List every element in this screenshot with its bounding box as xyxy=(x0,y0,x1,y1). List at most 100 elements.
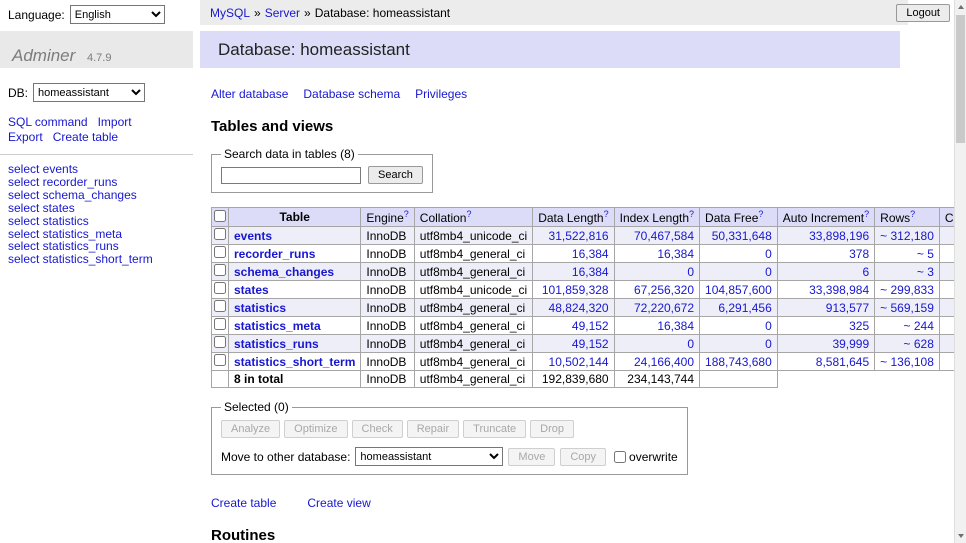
index-length-link[interactable]: 67,256,320 xyxy=(634,283,694,297)
index-length-link[interactable]: 0 xyxy=(687,265,694,279)
rows-count-link[interactable]: ~ 5 xyxy=(917,247,934,261)
row-checkbox[interactable] xyxy=(214,300,226,312)
data-free-link[interactable]: 188,743,680 xyxy=(705,355,772,369)
move-button[interactable]: Move xyxy=(508,448,555,466)
sidebar-link-create-table[interactable]: Create table xyxy=(53,130,118,144)
sidebar-item-select-recorder-runs[interactable]: select recorder_runs xyxy=(8,176,185,189)
sidebar-item-select-schema-changes[interactable]: select schema_changes xyxy=(8,189,185,202)
data-free-link[interactable]: 6,291,456 xyxy=(718,301,771,315)
data-free-link[interactable]: 0 xyxy=(765,319,772,333)
index-length-link[interactable]: 0 xyxy=(687,337,694,351)
index-length-link[interactable]: 72,220,672 xyxy=(634,301,694,315)
create-table-link[interactable]: Create table xyxy=(211,496,276,510)
data-length-link[interactable]: 10,502,144 xyxy=(549,355,609,369)
analyze-button[interactable]: Analyze xyxy=(221,420,280,438)
rows-count-link[interactable]: ~ 628 xyxy=(904,337,934,351)
row-checkbox[interactable] xyxy=(214,282,226,294)
alter-database-link[interactable]: Alter database xyxy=(211,87,288,101)
data-free-link[interactable]: 0 xyxy=(765,265,772,279)
sidebar-link-import[interactable]: Import xyxy=(98,115,132,129)
table-name-link[interactable]: schema_changes xyxy=(234,265,334,279)
create-view-link[interactable]: Create view xyxy=(307,496,370,510)
select-all-checkbox[interactable] xyxy=(214,210,226,222)
search-input[interactable] xyxy=(221,167,361,184)
table-name-link[interactable]: recorder_runs xyxy=(234,247,315,261)
breadcrumb-link-server[interactable]: Server xyxy=(265,6,300,20)
help-link-icon[interactable]: ? xyxy=(864,209,869,219)
scrollbar-thumb[interactable] xyxy=(956,15,965,143)
data-free-link[interactable]: 50,331,648 xyxy=(712,229,772,243)
language-select[interactable]: English xyxy=(70,5,165,24)
data-free-link[interactable]: 0 xyxy=(765,247,772,261)
row-checkbox[interactable] xyxy=(214,336,226,348)
data-length-link[interactable]: 49,152 xyxy=(572,319,609,333)
auto-increment-link[interactable]: 33,898,196 xyxy=(809,229,869,243)
auto-increment-link[interactable]: 8,581,645 xyxy=(816,355,869,369)
logout-button[interactable]: Logout xyxy=(896,4,950,22)
help-link-icon[interactable]: ? xyxy=(404,209,409,219)
repair-button[interactable]: Repair xyxy=(407,420,459,438)
optimize-button[interactable]: Optimize xyxy=(284,420,347,438)
scrollbar[interactable] xyxy=(954,0,966,543)
row-checkbox[interactable] xyxy=(214,228,226,240)
scroll-down-arrow-icon[interactable] xyxy=(955,529,966,543)
sidebar-item-select-statistics[interactable]: select statistics xyxy=(8,215,185,228)
sidebar-link-sql-command[interactable]: SQL command xyxy=(8,115,88,129)
scroll-up-arrow-icon[interactable] xyxy=(955,0,966,14)
index-length-link[interactable]: 16,384 xyxy=(657,247,694,261)
sidebar-link-export[interactable]: Export xyxy=(8,130,43,144)
help-link-icon[interactable]: ? xyxy=(910,209,915,219)
rows-count-link[interactable]: ~ 3 xyxy=(917,265,934,279)
table-name-link[interactable]: statistics_runs xyxy=(234,337,319,351)
table-name-link[interactable]: statistics_short_term xyxy=(234,355,355,369)
drop-button[interactable]: Drop xyxy=(530,420,574,438)
data-free-link[interactable]: 104,857,600 xyxy=(705,283,772,297)
rows-count-link[interactable]: ~ 312,180 xyxy=(880,229,934,243)
check-button[interactable]: Check xyxy=(352,420,403,438)
data-length-link[interactable]: 101,859,328 xyxy=(542,283,609,297)
row-checkbox[interactable] xyxy=(214,354,226,366)
copy-button[interactable]: Copy xyxy=(560,448,606,466)
auto-increment-link[interactable]: 325 xyxy=(849,319,869,333)
table-name-link[interactable]: statistics xyxy=(234,301,286,315)
db-select[interactable]: homeassistant xyxy=(33,83,145,102)
auto-increment-link[interactable]: 6 xyxy=(862,265,869,279)
table-name-link[interactable]: statistics_meta xyxy=(234,319,321,333)
index-length-link[interactable]: 24,166,400 xyxy=(634,355,694,369)
auto-increment-link[interactable]: 33,398,984 xyxy=(809,283,869,297)
data-length-link[interactable]: 16,384 xyxy=(572,247,609,261)
data-length-link[interactable]: 48,824,320 xyxy=(549,301,609,315)
database-schema-link[interactable]: Database schema xyxy=(303,87,400,101)
data-free-link[interactable]: 0 xyxy=(765,337,772,351)
truncate-button[interactable]: Truncate xyxy=(463,420,526,438)
sidebar-item-select-statistics-short-term[interactable]: select statistics_short_term xyxy=(8,253,185,266)
help-link-icon[interactable]: ? xyxy=(466,209,471,219)
table-name-link[interactable]: states xyxy=(234,283,269,297)
move-db-select[interactable]: homeassistant xyxy=(355,447,503,466)
help-link-icon[interactable]: ? xyxy=(758,209,763,219)
data-length-link[interactable]: 49,152 xyxy=(572,337,609,351)
rows-count-link[interactable]: ~ 244 xyxy=(904,319,934,333)
help-link-icon[interactable]: ? xyxy=(689,209,694,219)
breadcrumb-link-mysql[interactable]: MySQL xyxy=(210,6,250,20)
search-button[interactable]: Search xyxy=(368,166,423,184)
sidebar-item-select-states[interactable]: select states xyxy=(8,202,185,215)
data-length-link[interactable]: 16,384 xyxy=(572,265,609,279)
auto-increment-link[interactable]: 913,577 xyxy=(826,301,869,315)
row-checkbox[interactable] xyxy=(214,246,226,258)
rows-count-link[interactable]: ~ 569,159 xyxy=(880,301,934,315)
rows-count-link[interactable]: ~ 299,833 xyxy=(880,283,934,297)
sidebar-item-select-events[interactable]: select events xyxy=(8,163,185,176)
privileges-link[interactable]: Privileges xyxy=(415,87,467,101)
adminer-logo[interactable]: Adminer xyxy=(12,46,75,65)
auto-increment-link[interactable]: 378 xyxy=(849,247,869,261)
row-checkbox[interactable] xyxy=(214,264,226,276)
data-length-link[interactable]: 31,522,816 xyxy=(549,229,609,243)
index-length-link[interactable]: 16,384 xyxy=(657,319,694,333)
help-link-icon[interactable]: ? xyxy=(604,209,609,219)
overwrite-checkbox[interactable] xyxy=(614,451,626,463)
table-name-link[interactable]: events xyxy=(234,229,272,243)
row-checkbox[interactable] xyxy=(214,318,226,330)
auto-increment-link[interactable]: 39,999 xyxy=(832,337,869,351)
rows-count-link[interactable]: ~ 136,108 xyxy=(880,355,934,369)
